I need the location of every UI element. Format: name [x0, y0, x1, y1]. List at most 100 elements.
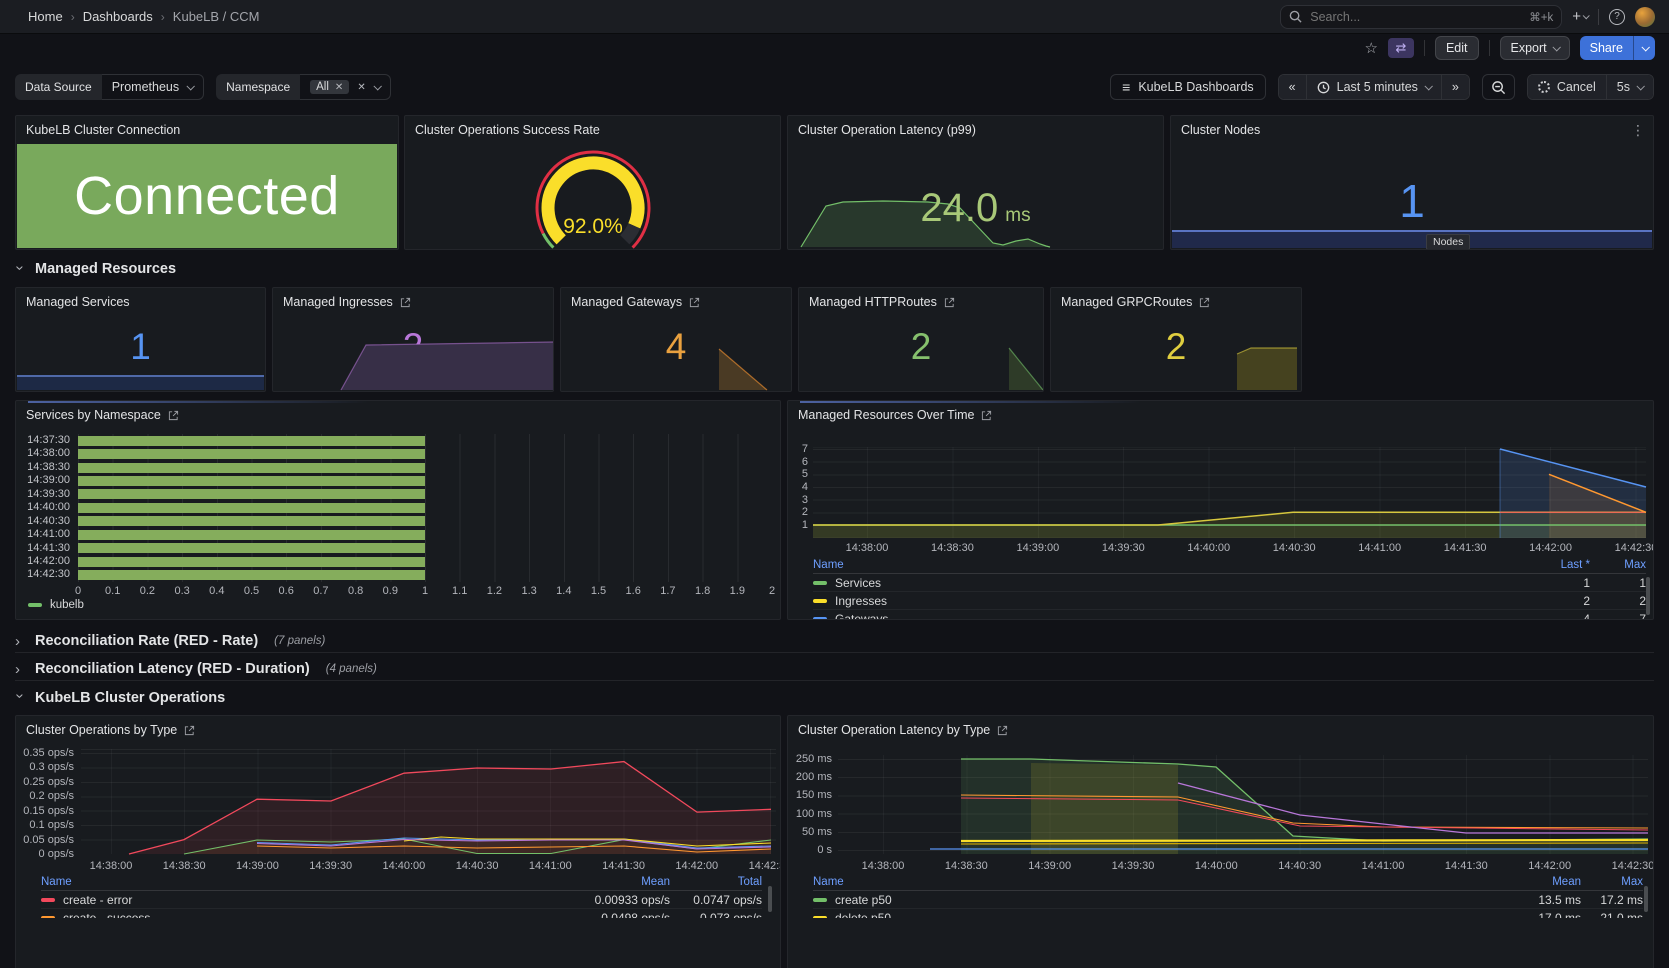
section-cluster-operations[interactable]: › KubeLB Cluster Operations: [15, 686, 1654, 709]
panel-title[interactable]: Managed Services: [26, 295, 130, 309]
share-button[interactable]: Share: [1580, 36, 1633, 60]
panel-links-icon[interactable]: [689, 297, 700, 308]
legend-row[interactable]: create p5013.5 ms17.2 ms: [813, 891, 1643, 909]
panel-title[interactable]: Cluster Operations Success Rate: [415, 123, 600, 137]
panel-links-icon[interactable]: [1199, 297, 1210, 308]
panel-title[interactable]: Services by Namespace: [26, 408, 161, 422]
edit-button[interactable]: Edit: [1435, 36, 1479, 60]
panel-title[interactable]: Managed HTTPRoutes: [809, 295, 937, 309]
kubelb-dashboards-button[interactable]: ≡ KubeLB Dashboards: [1110, 74, 1266, 100]
panel-title[interactable]: Cluster Operation Latency (p99): [798, 123, 976, 137]
bar[interactable]: [78, 557, 425, 567]
legend-rows: create - error0.00933 ops/s0.0747 ops/sc…: [41, 891, 762, 918]
clear-all-icon[interactable]: ✕: [357, 82, 365, 93]
time-series-svg: [81, 749, 776, 854]
bar[interactable]: [78, 449, 425, 459]
bar[interactable]: [78, 476, 425, 486]
breadcrumb-home[interactable]: Home: [28, 9, 63, 24]
panel-title[interactable]: Managed Resources Over Time: [798, 408, 974, 422]
legend-scrollbar[interactable]: [768, 886, 772, 912]
legend-row[interactable]: delete p5017.0 ms21.0 ms: [813, 909, 1643, 918]
bar-row: [78, 568, 772, 581]
time-back-button[interactable]: «: [1279, 75, 1307, 99]
favorite-star-icon[interactable]: ☆: [1365, 39, 1378, 57]
bar[interactable]: [78, 503, 425, 513]
legend-item-kubelb[interactable]: kubelb: [28, 599, 84, 611]
namespace-chip-all[interactable]: All ✕: [310, 80, 349, 94]
panel-links-icon[interactable]: [944, 297, 955, 308]
panel-title[interactable]: KubeLB Cluster Connection: [26, 123, 180, 137]
legend-scrollbar[interactable]: [1644, 886, 1648, 912]
legend-col-max[interactable]: Max: [1590, 559, 1646, 571]
legend-row[interactable]: Services11: [813, 574, 1646, 592]
bar-row: [78, 461, 772, 474]
legend-header: Name Mean Total: [41, 874, 762, 891]
legend-col-name[interactable]: Name: [41, 876, 555, 888]
panel-title[interactable]: Managed Ingresses: [283, 295, 393, 309]
panel-title[interactable]: Managed GRPCRoutes: [1061, 295, 1192, 309]
legend-col-total[interactable]: Total: [670, 876, 762, 888]
legend-row[interactable]: Gateways47: [813, 610, 1646, 620]
section-reconciliation-rate[interactable]: › Reconciliation Rate (RED - Rate) (7 pa…: [15, 630, 1654, 653]
panel-links-icon[interactable]: [184, 725, 195, 736]
legend-col-name[interactable]: Name: [813, 876, 1486, 888]
axis-tick-label: 150 ms: [796, 789, 832, 801]
panel-layout-toggle-icon[interactable]: ⇄: [1388, 38, 1414, 58]
search-field[interactable]: [1308, 9, 1523, 25]
bar[interactable]: [78, 463, 425, 473]
panel-title[interactable]: Managed Gateways: [571, 295, 682, 309]
panel-links-icon[interactable]: [981, 410, 992, 421]
bar[interactable]: [78, 489, 425, 499]
legend-row[interactable]: create - error0.00933 ops/s0.0747 ops/s: [41, 891, 762, 909]
section-managed-resources[interactable]: › Managed Resources: [15, 257, 1654, 281]
panel-menu-icon[interactable]: ⋮: [1631, 122, 1645, 139]
panel-links-icon[interactable]: [168, 410, 179, 421]
legend-col-mean[interactable]: Mean: [555, 876, 670, 888]
time-range-picker[interactable]: Last 5 minutes: [1307, 75, 1442, 99]
axis-tick-label: 14:40:30: [1273, 542, 1316, 554]
remove-chip-icon[interactable]: ✕: [335, 82, 343, 93]
time-forward-button[interactable]: »: [1442, 75, 1469, 99]
namespace-select[interactable]: All ✕ ✕: [300, 74, 391, 100]
legend-row[interactable]: create - success0.0498 ops/s0.073 ops/s: [41, 909, 762, 918]
legend-col-name[interactable]: Name: [813, 559, 1480, 571]
datasource-variable: Data Source Prometheus: [15, 74, 204, 100]
legend-scrollbar[interactable]: [1646, 577, 1650, 615]
zoom-out-button[interactable]: [1482, 74, 1515, 100]
section-reconciliation-latency[interactable]: › Reconciliation Latency (RED - Duration…: [15, 658, 1654, 681]
breadcrumb-dashboards[interactable]: Dashboards: [83, 9, 153, 24]
bar-row-label: 14:42:00: [16, 555, 70, 568]
avatar[interactable]: [1635, 7, 1655, 27]
refresh-group: Cancel 5s: [1527, 74, 1654, 100]
legend-col-max[interactable]: Max: [1581, 876, 1643, 888]
panel-links-icon[interactable]: [997, 725, 1008, 736]
panel-title[interactable]: Cluster Operations by Type: [26, 723, 177, 737]
datasource-select[interactable]: Prometheus: [102, 74, 204, 100]
panel-title[interactable]: Cluster Operation Latency by Type: [798, 723, 990, 737]
panel-links-icon[interactable]: [400, 297, 411, 308]
help-icon[interactable]: ?: [1609, 9, 1625, 25]
legend-col-last[interactable]: Last *: [1480, 559, 1590, 571]
bar[interactable]: [78, 530, 425, 540]
add-button[interactable]: +: [1572, 9, 1588, 24]
panel-title[interactable]: Cluster Nodes: [1181, 123, 1260, 137]
bar[interactable]: [78, 436, 425, 446]
time-range-group: « Last 5 minutes »: [1278, 74, 1470, 100]
cancel-refresh-button[interactable]: Cancel: [1528, 75, 1607, 99]
bar[interactable]: [78, 543, 425, 553]
share-dropdown-button[interactable]: [1633, 36, 1655, 60]
axis-tick-label: 250 ms: [796, 753, 832, 765]
legend-row[interactable]: Ingresses22: [813, 592, 1646, 610]
search-input[interactable]: ⌘+k: [1280, 5, 1562, 29]
axis-tick-label: 0.2: [140, 585, 155, 597]
axis-tick-label: 14:41:30: [602, 860, 645, 872]
axis-tick-label: 14:42:30: [749, 860, 781, 872]
bar[interactable]: [78, 570, 425, 580]
export-button[interactable]: Export: [1500, 36, 1570, 60]
zoom-out-icon: [1491, 80, 1506, 95]
axis-tick-label: 1.9: [730, 585, 745, 597]
legend-col-mean[interactable]: Mean: [1486, 876, 1581, 888]
refresh-interval-select[interactable]: 5s: [1607, 75, 1653, 99]
bar[interactable]: [78, 516, 425, 526]
axis-tick-label: 14:38:30: [163, 860, 206, 872]
